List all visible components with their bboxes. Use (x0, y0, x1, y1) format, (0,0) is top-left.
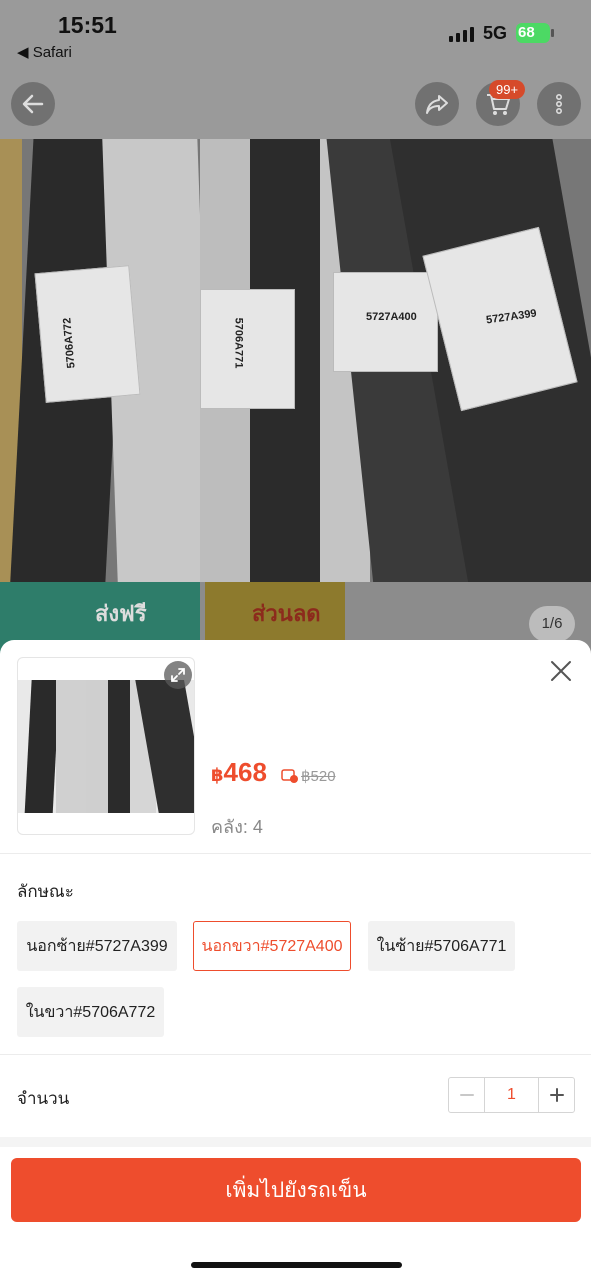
variant-label: นอกซ้าย#5727A399 (26, 937, 168, 955)
status-bar: 15:51 ◀ Safari 5G 68 (0, 0, 591, 70)
expand-image-button[interactable] (164, 661, 192, 689)
variant-option-outer-right[interactable]: นอกขวา#5727A400 (193, 921, 351, 971)
photo-label-3: 5727A400 (366, 311, 417, 323)
minus-icon (459, 1094, 474, 1096)
divider (0, 853, 591, 854)
variant-option-outer-left[interactable]: นอกซ้าย#5727A399 (17, 921, 177, 971)
close-sheet-button[interactable] (545, 655, 577, 687)
coin-discount-icon (281, 769, 298, 783)
plus-icon (549, 1088, 564, 1102)
increase-quantity-button[interactable] (539, 1078, 574, 1112)
quantity-input[interactable]: 1 (484, 1078, 539, 1112)
stock-count: คลัง: 4 (211, 817, 263, 837)
cart-count-badge: 99+ (489, 80, 526, 99)
product-thumbnail-image (18, 680, 194, 813)
product-photo[interactable]: 5706A772 5706A771 5727A400 5727A399 (0, 139, 591, 582)
free-shipping-text: ส่งฟรี (95, 601, 147, 626)
price-value: 468 (223, 757, 267, 787)
image-page-indicator: 1/6 (529, 606, 575, 642)
divider (0, 1054, 591, 1055)
battery-icon: 68 (516, 23, 554, 43)
add-to-cart-button[interactable]: เพิ่มไปยังรถเข็น (11, 1158, 581, 1222)
variant-option-inner-left[interactable]: ในซ้าย#5706A771 (368, 921, 515, 971)
status-time: 15:51 (58, 12, 117, 38)
network-type: 5G (483, 23, 508, 43)
close-icon (551, 661, 571, 681)
photo-label-2: 5706A771 (232, 317, 245, 369)
discount-text: ส่วนลด (252, 601, 321, 626)
quantity-stepper: 1 (448, 1077, 575, 1113)
share-button[interactable] (415, 82, 459, 126)
more-vertical-icon (556, 93, 563, 114)
variant-label: ในซ้าย#5706A771 (376, 937, 507, 955)
signal-icon (449, 26, 474, 42)
expand-icon (171, 668, 185, 682)
variant-option-inner-right[interactable]: ในขวา#5706A772 (17, 987, 164, 1037)
current-price: ฿468 (211, 757, 267, 788)
back-to-safari-link[interactable]: ◀ Safari (17, 43, 72, 61)
arrow-left-icon (22, 94, 44, 114)
add-to-cart-label: เพิ่มไปยังรถเข็น (225, 1178, 367, 1202)
home-indicator[interactable] (191, 1262, 402, 1268)
price-currency: ฿ (211, 765, 224, 785)
back-button[interactable] (11, 82, 55, 126)
variant-label: นอกขวา#5727A400 (201, 937, 343, 955)
section-separator (0, 1137, 591, 1147)
variant-label: ในขวา#5706A772 (25, 1003, 156, 1021)
original-price: ฿520 (301, 768, 336, 785)
more-options-button[interactable] (537, 82, 581, 126)
quantity-label: จำนวน (17, 1089, 70, 1108)
share-icon (426, 95, 448, 114)
decrease-quantity-button[interactable] (449, 1078, 484, 1112)
variant-section-title: ลักษณะ (17, 882, 74, 901)
